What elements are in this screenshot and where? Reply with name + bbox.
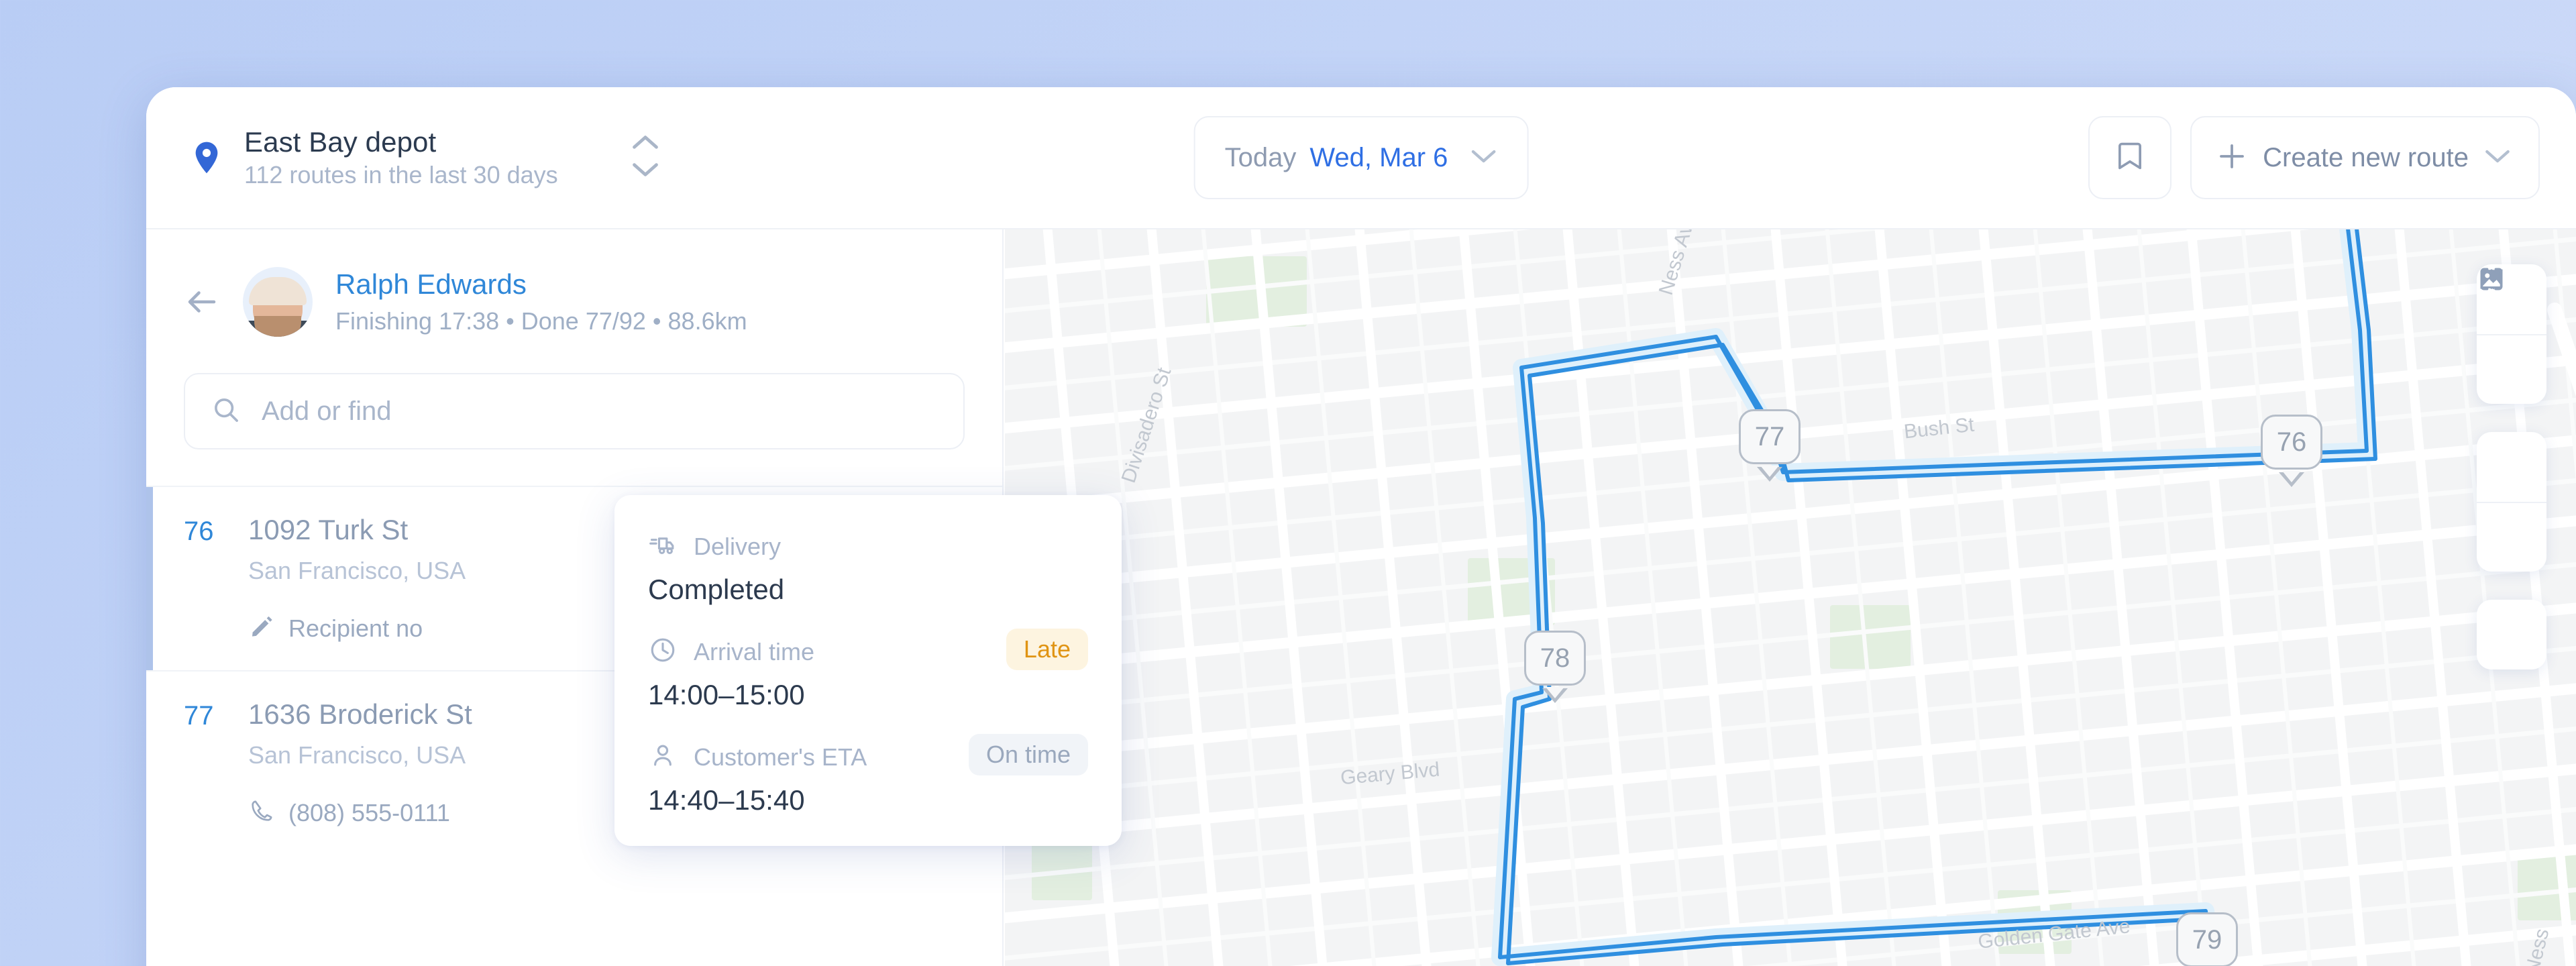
- map-layers-button[interactable]: [2477, 269, 2546, 502]
- tooltip-eta-row: Customer's ETA On time 14:40–15:40: [648, 734, 1088, 816]
- chevron-down-icon: [2483, 148, 2512, 168]
- stop-extra-text: Recipient no: [288, 614, 423, 642]
- bookmark-icon: [2112, 139, 2147, 177]
- tooltip-arrival-label: Arrival time: [694, 637, 815, 665]
- driver-meta: Finishing 17:38 • Done 77/92 • 88.6km: [335, 307, 747, 335]
- app-window: East Bay depot 112 routes in the last 30…: [146, 87, 2576, 966]
- search-placeholder: Add or find: [262, 396, 392, 426]
- map-controls: [2477, 264, 2546, 669]
- person-icon: [648, 741, 678, 773]
- depot-subtitle: 112 routes in the last 30 days: [244, 161, 558, 189]
- app-header: East Bay depot 112 routes in the last 30…: [146, 87, 2576, 229]
- driver-header: Ralph Edwards Finishing 17:38 • Done 77/…: [146, 229, 1002, 366]
- map-marker-tail: [1757, 466, 1782, 482]
- tooltip-delivery-row: Delivery Completed: [648, 530, 1088, 606]
- map-marker[interactable]: 79: [2176, 912, 2238, 966]
- date-value: Wed, Mar 6: [1309, 142, 1448, 172]
- driver-avatar: [243, 267, 313, 337]
- map-marker[interactable]: 76: [2261, 415, 2322, 487]
- plus-icon: [2216, 140, 2248, 176]
- clock-icon: [648, 635, 678, 668]
- stop-details-tooltip: Delivery Completed Arrival time Late 14:…: [614, 495, 1122, 846]
- date-selector[interactable]: Today Wed, Mar 6: [1193, 116, 1529, 199]
- chevron-up-icon: [631, 133, 660, 155]
- tooltip-eta-label: Customer's ETA: [694, 743, 867, 771]
- view-controls: [2477, 269, 2546, 572]
- driver-name[interactable]: Ralph Edwards: [335, 268, 747, 301]
- back-button[interactable]: [184, 284, 220, 320]
- stop-extra-text: (808) 555-0111: [288, 798, 450, 826]
- satellite-view-button[interactable]: [2477, 270, 2546, 572]
- bookmark-button[interactable]: [2088, 116, 2172, 199]
- map-marker-tail: [1542, 687, 1568, 703]
- pencil-icon: [248, 613, 275, 643]
- map-marker-label: 76: [2261, 415, 2322, 470]
- eta-status-chip: On time: [968, 734, 1088, 775]
- search-input[interactable]: Add or find: [184, 373, 965, 449]
- phone-icon: [248, 798, 275, 828]
- map-marker-label: 79: [2176, 912, 2238, 966]
- tooltip-arrival-value: 14:00–15:00: [648, 679, 805, 710]
- zoom-out-button[interactable]: [2477, 278, 2546, 404]
- select-area-group: [2477, 268, 2546, 669]
- arrival-status-chip: Late: [1006, 629, 1088, 670]
- date-today-label: Today: [1224, 142, 1297, 172]
- map-marker-label: 77: [1739, 409, 1801, 464]
- map-marker[interactable]: 77: [1739, 409, 1801, 482]
- tooltip-eta-value: 14:40–15:40: [648, 784, 805, 816]
- date-selector-wrap: Today Wed, Mar 6: [1193, 116, 1529, 199]
- depot-switch-button[interactable]: [628, 133, 663, 182]
- create-new-route-button[interactable]: Create new route: [2190, 116, 2540, 199]
- tooltip-delivery-label: Delivery: [694, 532, 782, 560]
- create-new-route-label: Create new route: [2263, 142, 2469, 172]
- tooltip-arrival-row: Arrival time Late 14:00–15:00: [648, 629, 1088, 711]
- tooltip-delivery-value: Completed: [648, 574, 785, 605]
- map-marker-tail: [2279, 471, 2304, 487]
- depot-name: East Bay depot: [244, 126, 437, 158]
- location-pin-icon: [188, 139, 225, 176]
- header-actions: Create new route: [2088, 116, 2540, 199]
- map-streets: [1005, 229, 2576, 966]
- map-marker-label: 78: [1524, 631, 1586, 686]
- stop-number: 76: [184, 517, 214, 546]
- search-wrap: Add or find: [146, 366, 1002, 449]
- chevron-down-icon: [1469, 148, 1497, 168]
- truck-icon: [648, 530, 678, 563]
- search-icon: [211, 394, 241, 429]
- select-area-button[interactable]: [2477, 268, 2546, 669]
- map-canvas[interactable]: Divisadero St Geary Blvd Bush St Ness Av…: [1005, 229, 2576, 966]
- map-marker[interactable]: 78: [1524, 631, 1586, 703]
- chevron-down-icon: [631, 160, 660, 182]
- stop-number: 77: [184, 701, 214, 731]
- depot-selector[interactable]: East Bay depot 112 routes in the last 30…: [188, 126, 558, 189]
